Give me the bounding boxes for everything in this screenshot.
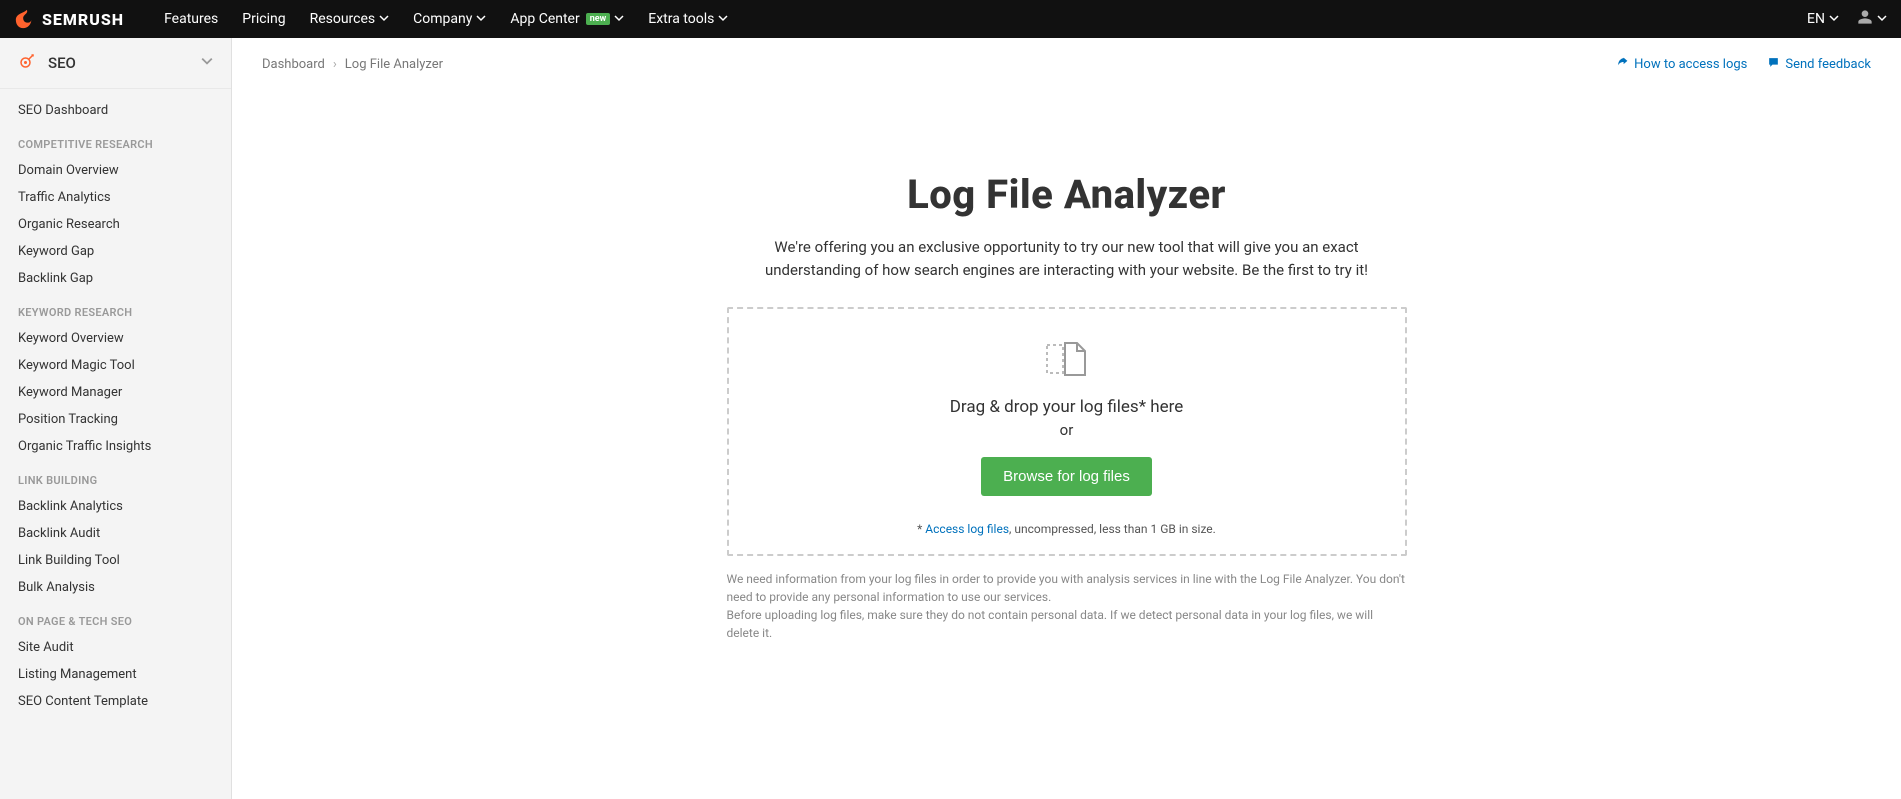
chevron-right-icon: › xyxy=(333,57,337,72)
sidebar-item-site-audit[interactable]: Site Audit xyxy=(0,634,231,661)
chevron-down-icon xyxy=(718,11,728,27)
sidebar-item-domain-overview[interactable]: Domain Overview xyxy=(0,157,231,184)
sidebar-item-keyword-manager[interactable]: Keyword Manager xyxy=(0,379,231,406)
sidebar-item-keyword-overview[interactable]: Keyword Overview xyxy=(0,325,231,352)
access-log-files-link[interactable]: Access log files xyxy=(925,522,1009,536)
sidebar-item-organic-traffic-insights[interactable]: Organic Traffic Insights xyxy=(0,433,231,460)
new-badge: new xyxy=(586,13,611,25)
nav-app-center[interactable]: App Centernew xyxy=(510,11,624,27)
speech-bubble-icon xyxy=(1767,56,1780,73)
sidebar-item-backlink-gap[interactable]: Backlink Gap xyxy=(0,265,231,292)
brand-name: SEMRUSH xyxy=(42,10,124,29)
sidebar-item-seo-content-template[interactable]: SEO Content Template xyxy=(0,688,231,715)
sidebar-item-bulk-analysis[interactable]: Bulk Analysis xyxy=(0,574,231,601)
target-icon xyxy=(18,52,36,74)
nav-features[interactable]: Features xyxy=(164,11,218,27)
sidebar-section-link-building: LINK BUILDING xyxy=(0,460,231,493)
chevron-down-icon xyxy=(1877,11,1887,27)
breadcrumb-current: Log File Analyzer xyxy=(345,57,443,72)
chevron-down-icon xyxy=(201,55,213,71)
sidebar-item-keyword-magic-tool[interactable]: Keyword Magic Tool xyxy=(0,352,231,379)
dropzone-drag-text: Drag & drop your log files* here xyxy=(749,397,1385,417)
share-arrow-icon xyxy=(1616,56,1629,73)
disclaimer-line-1: We need information from your log files … xyxy=(727,570,1407,606)
chevron-down-icon xyxy=(476,11,486,27)
upload-dropzone[interactable]: Drag & drop your log files* here or Brow… xyxy=(727,307,1407,556)
sidebar-item-link-building-tool[interactable]: Link Building Tool xyxy=(0,547,231,574)
sidebar-item-listing-management[interactable]: Listing Management xyxy=(0,661,231,688)
disclaimer-line-2: Before uploading log files, make sure th… xyxy=(727,606,1407,642)
chevron-down-icon xyxy=(1829,11,1839,27)
nav-resources[interactable]: Resources xyxy=(310,11,390,27)
language-selector[interactable]: EN xyxy=(1807,11,1839,27)
page-description: We're offering you an exclusive opportun… xyxy=(727,236,1407,281)
sidebar-item-position-tracking[interactable]: Position Tracking xyxy=(0,406,231,433)
chevron-down-icon xyxy=(379,11,389,27)
header-actions: How to access logs Send feedback xyxy=(1616,56,1871,73)
sidebar-section-onpage-tech-seo: ON PAGE & TECH SEO xyxy=(0,601,231,634)
top-nav: SEMRUSH Features Pricing Resources Compa… xyxy=(0,0,1901,38)
nav-pricing[interactable]: Pricing xyxy=(242,11,285,27)
main-content: Dashboard › Log File Analyzer How to acc… xyxy=(232,38,1901,799)
sidebar-item-seo-dashboard[interactable]: SEO Dashboard xyxy=(0,97,231,124)
sidebar-header-label: SEO xyxy=(48,54,76,72)
dropzone-footnote: * Access log files, uncompressed, less t… xyxy=(749,522,1385,536)
chevron-down-icon xyxy=(614,11,624,27)
breadcrumb: Dashboard › Log File Analyzer xyxy=(262,57,443,72)
sidebar-item-backlink-analytics[interactable]: Backlink Analytics xyxy=(0,493,231,520)
nav-extra-tools[interactable]: Extra tools xyxy=(648,11,728,27)
topbar-right: EN xyxy=(1807,9,1887,29)
sidebar-item-backlink-audit[interactable]: Backlink Audit xyxy=(0,520,231,547)
sidebar: SEO SEO Dashboard COMPETITIVE RESEARCH D… xyxy=(0,38,232,799)
browse-files-button[interactable]: Browse for log files xyxy=(981,457,1152,496)
sidebar-item-organic-research[interactable]: Organic Research xyxy=(0,211,231,238)
breadcrumb-dashboard[interactable]: Dashboard xyxy=(262,57,325,72)
sidebar-menu: SEO Dashboard COMPETITIVE RESEARCH Domai… xyxy=(0,89,231,723)
user-menu[interactable] xyxy=(1857,9,1887,29)
hero: Log File Analyzer We're offering you an … xyxy=(727,171,1407,281)
page-title: Log File Analyzer xyxy=(727,171,1407,218)
sidebar-item-traffic-analytics[interactable]: Traffic Analytics xyxy=(0,184,231,211)
nav-company[interactable]: Company xyxy=(413,11,486,27)
disclaimer: We need information from your log files … xyxy=(727,570,1407,642)
semrush-flame-icon xyxy=(14,8,36,30)
sidebar-header-seo[interactable]: SEO xyxy=(0,38,231,89)
sidebar-item-keyword-gap[interactable]: Keyword Gap xyxy=(0,238,231,265)
nav-items: Features Pricing Resources Company App C… xyxy=(164,11,728,27)
how-to-access-logs-link[interactable]: How to access logs xyxy=(1616,56,1747,73)
sidebar-section-competitive: COMPETITIVE RESEARCH xyxy=(0,124,231,157)
file-upload-icon xyxy=(749,339,1385,383)
breadcrumb-row: Dashboard › Log File Analyzer How to acc… xyxy=(262,38,1871,91)
brand-logo[interactable]: SEMRUSH xyxy=(14,8,124,30)
send-feedback-link[interactable]: Send feedback xyxy=(1767,56,1871,73)
user-icon xyxy=(1857,9,1873,29)
sidebar-section-keyword-research: KEYWORD RESEARCH xyxy=(0,292,231,325)
dropzone-or-text: or xyxy=(749,421,1385,439)
